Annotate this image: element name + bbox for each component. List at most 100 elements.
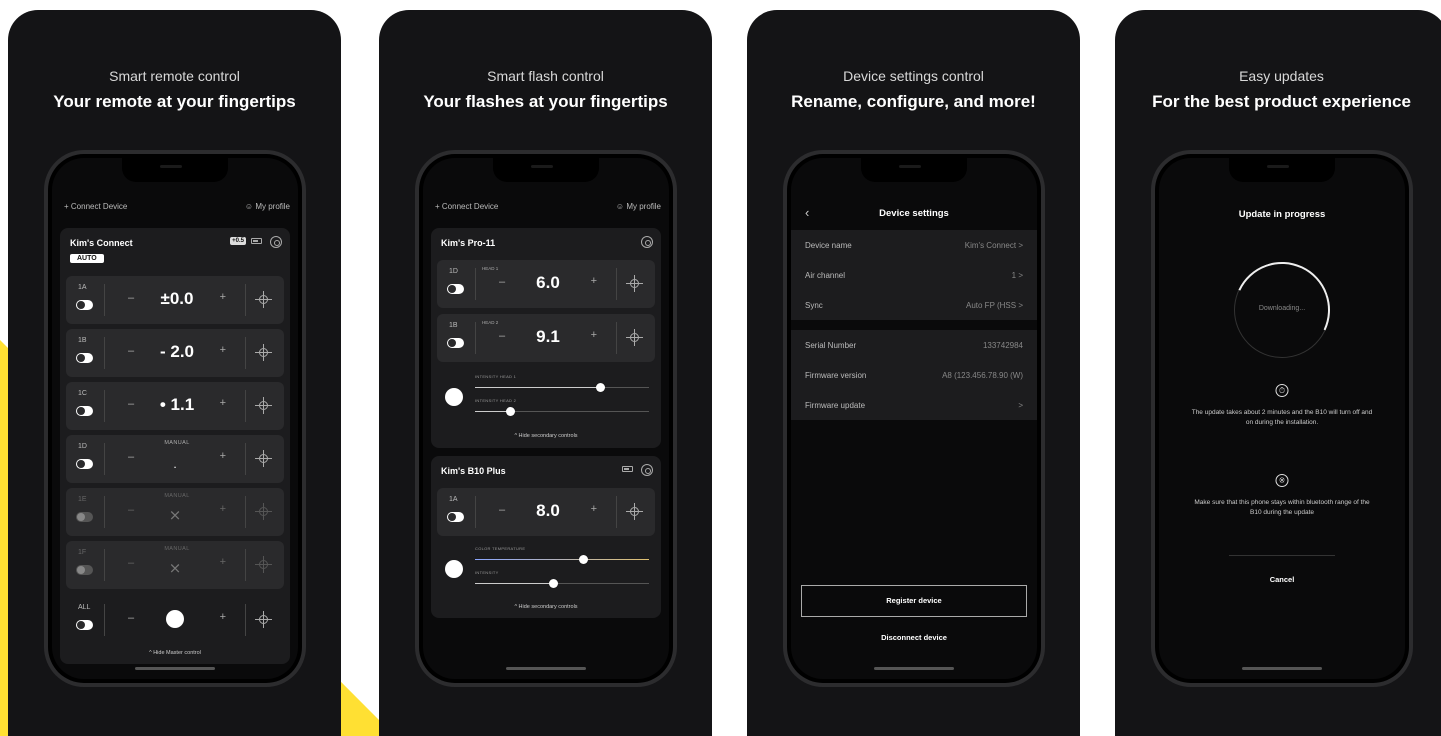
mode-label: MANUAL	[164, 546, 190, 552]
group-toggle[interactable]	[76, 565, 93, 575]
connect-device-button[interactable]: + Connect Device	[435, 202, 498, 211]
head-toggle[interactable]	[447, 284, 464, 294]
gear-icon[interactable]	[641, 464, 653, 476]
modeling-light-toggle[interactable]	[445, 388, 463, 406]
decrease-button[interactable]: –	[128, 451, 134, 463]
decrease-button[interactable]: –	[499, 504, 505, 516]
group-row: 1A – ±0.0 +	[66, 276, 284, 324]
slider-handle[interactable]	[505, 407, 515, 416]
my-profile-button[interactable]: ☺ My profile	[245, 202, 290, 211]
increase-button[interactable]: +	[220, 450, 226, 462]
decrease-button[interactable]: –	[128, 345, 134, 357]
group-id: 1B	[449, 322, 458, 329]
hide-secondary-controls-link[interactable]: ^ Hide secondary controls	[431, 433, 661, 439]
panel-headline: Your remote at your fingertips	[53, 92, 296, 111]
decrease-button[interactable]: –	[128, 557, 134, 569]
settings-row-firmware-update[interactable]: Firmware update >	[791, 390, 1037, 420]
hide-master-control-link[interactable]: ^ Hide Master control	[60, 650, 290, 656]
group-toggle[interactable]	[76, 353, 93, 363]
intensity-head1-slider[interactable]	[475, 383, 649, 392]
auto-badge[interactable]: AUTO	[70, 254, 104, 263]
power-value: .	[173, 457, 177, 471]
decrease-button[interactable]: –	[128, 504, 134, 516]
decrease-button[interactable]: –	[128, 292, 134, 304]
group-toggle[interactable]	[76, 300, 93, 310]
all-toggle[interactable]	[76, 620, 93, 630]
modeling-light-icon[interactable]	[255, 556, 272, 573]
increase-button[interactable]: +	[591, 329, 597, 341]
screenshot-panel-updates: Easy updates For the best product experi…	[1115, 10, 1441, 736]
my-profile-button[interactable]: ☺ My profile	[616, 202, 661, 211]
decrease-button[interactable]: –	[128, 398, 134, 410]
power-value: - 2.0	[159, 342, 195, 361]
divider	[1229, 555, 1335, 556]
modeling-light-icon[interactable]	[255, 344, 272, 361]
settings-row-serial: Serial Number 133742984	[805, 341, 1023, 350]
settings-row-device-name[interactable]: Device name Kim's Connect >	[791, 230, 1037, 260]
decrease-button[interactable]: –	[499, 330, 505, 342]
slider-label: INTENSITY HEAD 1	[475, 374, 517, 379]
modeling-light-icon[interactable]	[255, 291, 272, 308]
register-device-button[interactable]: Register device	[801, 585, 1027, 617]
master-control-knob[interactable]	[166, 610, 184, 628]
intensity-head2-slider[interactable]	[475, 407, 649, 416]
modeling-light-toggle[interactable]	[445, 560, 463, 578]
home-indicator	[874, 667, 954, 670]
group-id: ALL	[78, 604, 91, 611]
group-row: 1A – 8.0 +	[437, 488, 655, 536]
decrease-all-button[interactable]: –	[128, 612, 134, 624]
modeling-light-icon[interactable]	[255, 611, 272, 628]
intensity-slider[interactable]	[475, 579, 649, 588]
slider-handle[interactable]	[578, 555, 588, 564]
settings-row-air-channel[interactable]: Air channel 1 >	[791, 260, 1037, 290]
group-id: 1C	[78, 390, 87, 397]
increase-button[interactable]: +	[220, 344, 226, 356]
group-toggle[interactable]	[76, 459, 93, 469]
modeling-light-icon[interactable]	[626, 329, 643, 346]
group-toggle[interactable]	[76, 512, 93, 522]
settings-row-sync[interactable]: Sync Auto FP (HSS >	[791, 290, 1037, 320]
home-indicator	[506, 667, 586, 670]
panel-headline: For the best product experience	[1152, 92, 1411, 111]
secondary-controls: COLOR TEMPERATURE INTENSITY	[437, 540, 655, 602]
modeling-light-icon[interactable]	[255, 397, 272, 414]
phone-frame: Update in progress Downloading... ⏱ The …	[1151, 150, 1413, 687]
slider-handle[interactable]	[596, 383, 606, 392]
group-toggle[interactable]	[447, 512, 464, 522]
hide-secondary-controls-link[interactable]: ^ Hide secondary controls	[431, 604, 661, 610]
increase-button[interactable]: +	[220, 397, 226, 409]
gear-icon[interactable]	[270, 236, 282, 248]
gear-icon[interactable]	[641, 236, 653, 248]
increase-button[interactable]: +	[220, 503, 226, 515]
color-temperature-slider[interactable]	[475, 555, 649, 564]
disconnect-device-button[interactable]: Disconnect device	[791, 633, 1037, 642]
group-id: 1D	[78, 443, 87, 450]
phone-frame: ‹ Device settings Device name Kim's Conne…	[783, 150, 1045, 687]
user-icon: ☺	[244, 202, 256, 211]
cancel-button[interactable]: Cancel	[1159, 575, 1405, 584]
group-toggle[interactable]	[76, 406, 93, 416]
hss-badge: +0.5	[230, 237, 246, 245]
device-title: Kim's B10 Plus	[441, 466, 506, 476]
power-value: 8.0	[536, 501, 560, 520]
power-value: 9.1	[536, 327, 560, 346]
modeling-light-icon[interactable]	[626, 503, 643, 520]
phone-screen: ‹ Device settings Device name Kim's Conne…	[791, 158, 1037, 679]
head-row: 1D HEAD 1 – 6.0 +	[437, 260, 655, 308]
modeling-light-icon[interactable]	[626, 275, 643, 292]
increase-button[interactable]: +	[591, 275, 597, 287]
increase-all-button[interactable]: +	[220, 611, 226, 623]
increase-button[interactable]: +	[591, 503, 597, 515]
mode-label: MANUAL	[164, 440, 190, 446]
head-toggle[interactable]	[447, 338, 464, 348]
group-row: 1B – - 2.0 +	[66, 329, 284, 377]
modeling-light-icon[interactable]	[255, 503, 272, 520]
screenshot-panel-remote: Smart remote control Your remote at your…	[8, 10, 341, 736]
increase-button[interactable]: +	[220, 556, 226, 568]
decrease-button[interactable]: –	[499, 276, 505, 288]
increase-button[interactable]: +	[220, 291, 226, 303]
device-card: Kim's Connect +0.5 AUTO 1A – ±0.0 + 1B –…	[60, 228, 290, 664]
connect-device-button[interactable]: + Connect Device	[64, 202, 127, 211]
modeling-light-icon[interactable]	[255, 450, 272, 467]
slider-handle[interactable]	[549, 579, 559, 588]
